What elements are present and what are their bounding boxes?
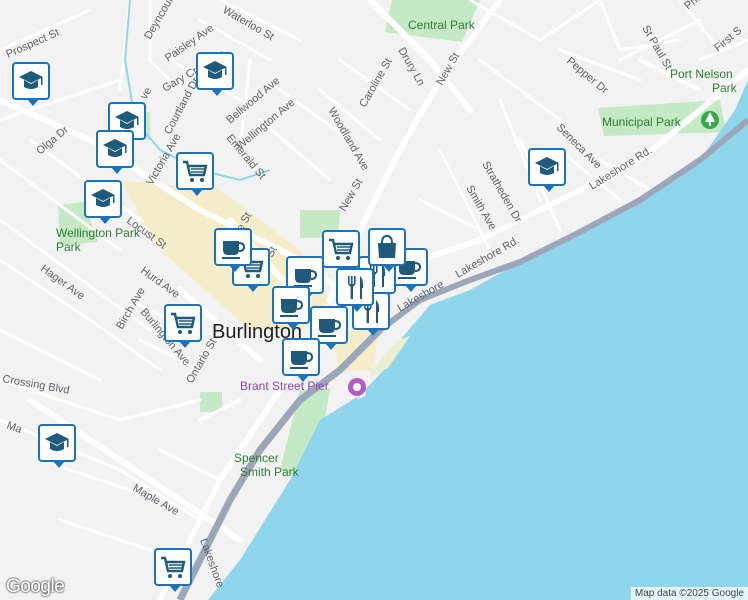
pier-poi-icon[interactable] bbox=[348, 378, 366, 396]
park-label-port-nelson-2: Park bbox=[712, 81, 738, 95]
marker-school[interactable] bbox=[12, 62, 50, 106]
coffee-cup-icon bbox=[276, 290, 306, 320]
marker-shopping[interactable] bbox=[368, 228, 406, 272]
marker-restaurant[interactable] bbox=[336, 268, 374, 312]
graduation-cap-icon bbox=[532, 152, 562, 182]
park-label-port-nelson: Port Nelson bbox=[670, 67, 733, 81]
coffee-cup-icon bbox=[218, 232, 248, 262]
marker-cafe[interactable] bbox=[282, 338, 320, 382]
marker-school[interactable] bbox=[38, 424, 76, 468]
marker-cafe[interactable] bbox=[214, 228, 252, 272]
park-label-wellington: Wellington Park bbox=[56, 226, 141, 240]
coffee-cup-icon bbox=[314, 310, 344, 340]
park-label-central: Central Park bbox=[408, 18, 476, 32]
marker-grocery[interactable] bbox=[176, 152, 214, 196]
marker-grocery[interactable] bbox=[154, 548, 192, 592]
shopping-cart-icon bbox=[168, 308, 198, 338]
park-label-municipal: Municipal Park bbox=[602, 115, 682, 129]
tree-icon bbox=[701, 111, 719, 129]
marker-school[interactable] bbox=[96, 130, 134, 174]
shopping-cart-icon bbox=[158, 552, 188, 582]
marker-school[interactable] bbox=[528, 148, 566, 192]
fork-knife-icon bbox=[340, 272, 370, 302]
park-label-wellington-2: Park bbox=[56, 240, 82, 254]
map-attribution: Map data ©2025 Google bbox=[630, 587, 748, 600]
pier-label[interactable]: Brant Street Pier bbox=[240, 379, 329, 393]
marker-school[interactable] bbox=[196, 52, 234, 96]
google-logo: Google bbox=[6, 576, 65, 597]
coffee-cup-icon bbox=[286, 342, 316, 372]
shopping-cart-icon bbox=[326, 234, 356, 264]
shopping-cart-icon bbox=[180, 156, 210, 186]
graduation-cap-icon bbox=[42, 428, 72, 458]
graduation-cap-icon bbox=[100, 134, 130, 164]
park-label-smith: Smith Park bbox=[240, 465, 300, 479]
marker-cafe[interactable] bbox=[272, 286, 310, 330]
marker-grocery[interactable] bbox=[322, 230, 360, 274]
shopping-bag-icon bbox=[372, 232, 402, 262]
marker-grocery[interactable] bbox=[164, 304, 202, 348]
marker-school[interactable] bbox=[84, 180, 122, 224]
park-label-spencer: Spencer bbox=[234, 451, 279, 465]
graduation-cap-icon bbox=[88, 184, 118, 214]
graduation-cap-icon bbox=[200, 56, 230, 86]
graduation-cap-icon bbox=[16, 66, 46, 96]
